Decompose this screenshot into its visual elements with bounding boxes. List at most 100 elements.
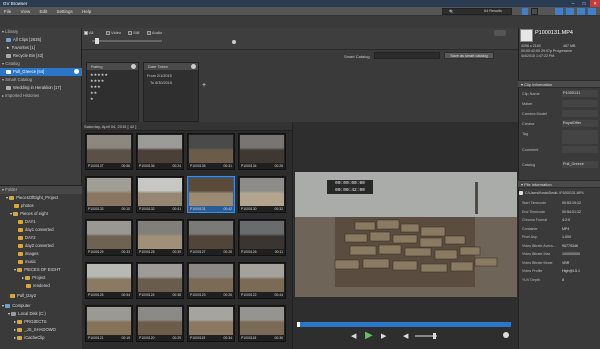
- smart-catalog-item[interactable]: Wedding in Heraklion [17]: [0, 84, 82, 92]
- imported-histories[interactable]: ▸ Imported Histories: [0, 92, 82, 100]
- prev-frame-icon[interactable]: ◀: [351, 332, 356, 340]
- thumbnail-item[interactable]: P1000122 00:44: [238, 262, 286, 299]
- folder-pull-day2[interactable]: Pull_Day2: [0, 292, 82, 300]
- thumbnail-image: [189, 135, 233, 163]
- filter-still[interactable]: Still: [128, 30, 139, 35]
- smart-catalog-header[interactable]: ▾ Smart Catalog: [0, 76, 82, 84]
- folder-day1[interactable]: DAY1: [0, 218, 82, 226]
- folder-day2[interactable]: DAY2: [0, 234, 82, 242]
- close-button[interactable]: ✕: [590, 0, 600, 7]
- folder-rendered[interactable]: rendered: [0, 282, 82, 290]
- layout-1-icon[interactable]: [555, 8, 563, 15]
- layout-3-icon[interactable]: [577, 8, 585, 15]
- info-icon[interactable]: [74, 69, 79, 74]
- clip-info-value[interactable]: [562, 100, 598, 107]
- thumbnail-item[interactable]: P1000129 00:33: [85, 219, 133, 256]
- clip-info-value[interactable]: [562, 130, 598, 144]
- menu-settings[interactable]: Settings: [53, 7, 77, 16]
- filter-all[interactable]: All: [84, 30, 93, 35]
- slider-handle[interactable]: [95, 38, 99, 44]
- local-disk-item[interactable]: ▾ Local Disk (C:): [0, 310, 82, 318]
- thumbnail-duration: 00:54: [121, 293, 131, 297]
- thumbnail-size-slider[interactable]: [92, 40, 162, 42]
- menu-edit[interactable]: Edit: [35, 7, 51, 16]
- thumbnail-item[interactable]: P1000132 00:41: [136, 176, 184, 213]
- folder-images[interactable]: images: [0, 250, 82, 258]
- menu-view[interactable]: View: [17, 7, 35, 16]
- filter-video[interactable]: Video: [106, 30, 121, 35]
- clip-info-value[interactable]: RoyalOffer: [562, 120, 598, 127]
- thumbnail-item[interactable]: P1000136 00:24: [136, 133, 184, 170]
- clip-info-value[interactable]: [562, 110, 598, 117]
- thumbnail-item[interactable]: P1000130 00:32: [238, 176, 286, 213]
- save-smart-catalog-button[interactable]: Save as smart catalog: [444, 52, 494, 59]
- folder-js-shadow[interactable]: ▸ _JS_SHADOWO: [0, 326, 82, 334]
- minimize-button[interactable]: –: [568, 0, 578, 7]
- thumbnail-item[interactable]: P1000120 00:29: [136, 305, 184, 342]
- thumbnail-item[interactable]: P1000118 00:36: [238, 305, 286, 342]
- clip-information-header[interactable]: ▾ Clip Information: [518, 80, 600, 88]
- date-close-icon[interactable]: [191, 64, 196, 69]
- thumbnail-item[interactable]: P1000126 00:11: [238, 219, 286, 256]
- timeline-scrubber[interactable]: [297, 322, 511, 327]
- smart-catalog-input[interactable]: [374, 52, 440, 59]
- folder-project-sub[interactable]: ▸ Project: [0, 274, 82, 282]
- folder-day1-converted[interactable]: day1 converted: [0, 226, 82, 234]
- thumbnail-item[interactable]: P1000124 00:38: [136, 262, 184, 299]
- maximize-button[interactable]: □: [579, 0, 589, 7]
- computer-item[interactable]: ▾ Computer: [0, 302, 82, 310]
- sort-icon[interactable]: [494, 30, 506, 36]
- menu-file[interactable]: File: [0, 7, 15, 16]
- folder-photos[interactable]: photos: [0, 202, 82, 210]
- menu-help[interactable]: Help: [78, 7, 95, 16]
- folder-projects[interactable]: ▸ PROJECTS: [0, 318, 82, 326]
- thumbnail-item[interactable]: P1000127 00:28: [187, 219, 235, 256]
- view-list-icon[interactable]: [531, 8, 538, 15]
- volume-handle[interactable]: [433, 333, 436, 339]
- folder-pieces-of-eight[interactable]: ▾ PIECES OF EIGHT: [0, 266, 82, 274]
- folder-music[interactable]: music: [0, 258, 82, 266]
- folder-day2-converted[interactable]: day2 converted: [0, 242, 82, 250]
- all-clips-item[interactable]: All Clips [2635]: [0, 36, 82, 44]
- menu-bar: File View Edit Settings Help 🔍 64 Result…: [0, 7, 600, 16]
- thumbnail-item[interactable]: P1000134 00:26: [238, 133, 286, 170]
- thumbnail-item[interactable]: P1000123 00:26: [187, 262, 235, 299]
- next-frame-icon[interactable]: ▶: [381, 332, 386, 340]
- rating-close-icon[interactable]: [131, 64, 136, 69]
- playback-settings-icon[interactable]: [503, 332, 509, 338]
- rating-filter[interactable]: Rating ★★★★★ ★★★★ ★★★ ★★ ★: [86, 62, 139, 122]
- favorites-item[interactable]: ★ Favorites [1]: [0, 44, 82, 52]
- clip-info-value[interactable]: Pull_Greece: [562, 161, 598, 168]
- layout-2-icon[interactable]: [566, 8, 574, 15]
- folder-pieces[interactable]: ▾ Pieces of eight: [0, 210, 82, 218]
- folder-header[interactable]: ▾ Folder: [0, 186, 82, 194]
- folder-cache[interactable]: ▸ iCacheClip: [0, 334, 82, 342]
- clip-info-value[interactable]: [562, 146, 598, 153]
- file-information-header[interactable]: ▾ File Information: [518, 180, 600, 188]
- thumbnail-item[interactable]: P1000131 00:42: [187, 176, 235, 213]
- thumbnail-item[interactable]: P1000119 00:34: [187, 305, 235, 342]
- catalog-header[interactable]: ▾ Catalog: [0, 60, 82, 68]
- thumbnail-item[interactable]: P1000121 00:19: [85, 305, 133, 342]
- thumbnail-item[interactable]: P1000135 00:31: [187, 133, 235, 170]
- file-info-key: Container: [522, 226, 538, 231]
- volume-icon[interactable]: ◀: [403, 332, 408, 340]
- library-header[interactable]: ▾ Library: [0, 28, 82, 36]
- thumbnail-item[interactable]: P1000125 00:54: [85, 262, 133, 299]
- clear-filter-icon[interactable]: [232, 40, 236, 44]
- thumbnail-item[interactable]: P1000133 00:10: [85, 176, 133, 213]
- date-filter[interactable]: Date Taken From 2/1/2015 To 6/30/2015: [143, 62, 199, 122]
- thumbnail-item[interactable]: P1000137 00:56: [85, 133, 133, 170]
- play-icon[interactable]: ▶: [365, 330, 373, 341]
- catalog-item[interactable]: Pull_Greece [64]: [0, 68, 82, 76]
- clip-info-value[interactable]: P1000131: [562, 90, 598, 97]
- view-grid-icon[interactable]: [522, 8, 528, 15]
- thumbnail-item[interactable]: P1000128 00:39: [136, 219, 184, 256]
- layout-4-icon[interactable]: [588, 8, 596, 15]
- add-filter-button[interactable]: +: [202, 82, 206, 89]
- preview-video[interactable]: 00:00:00:00 00:00:42:00: [295, 172, 517, 297]
- playhead[interactable]: [297, 322, 300, 327]
- recycle-item[interactable]: Recycle Bin [42]: [0, 52, 82, 60]
- filter-audio[interactable]: Audio: [147, 30, 162, 35]
- folder-project[interactable]: ▾ PiecesOfEight_Project: [0, 194, 82, 202]
